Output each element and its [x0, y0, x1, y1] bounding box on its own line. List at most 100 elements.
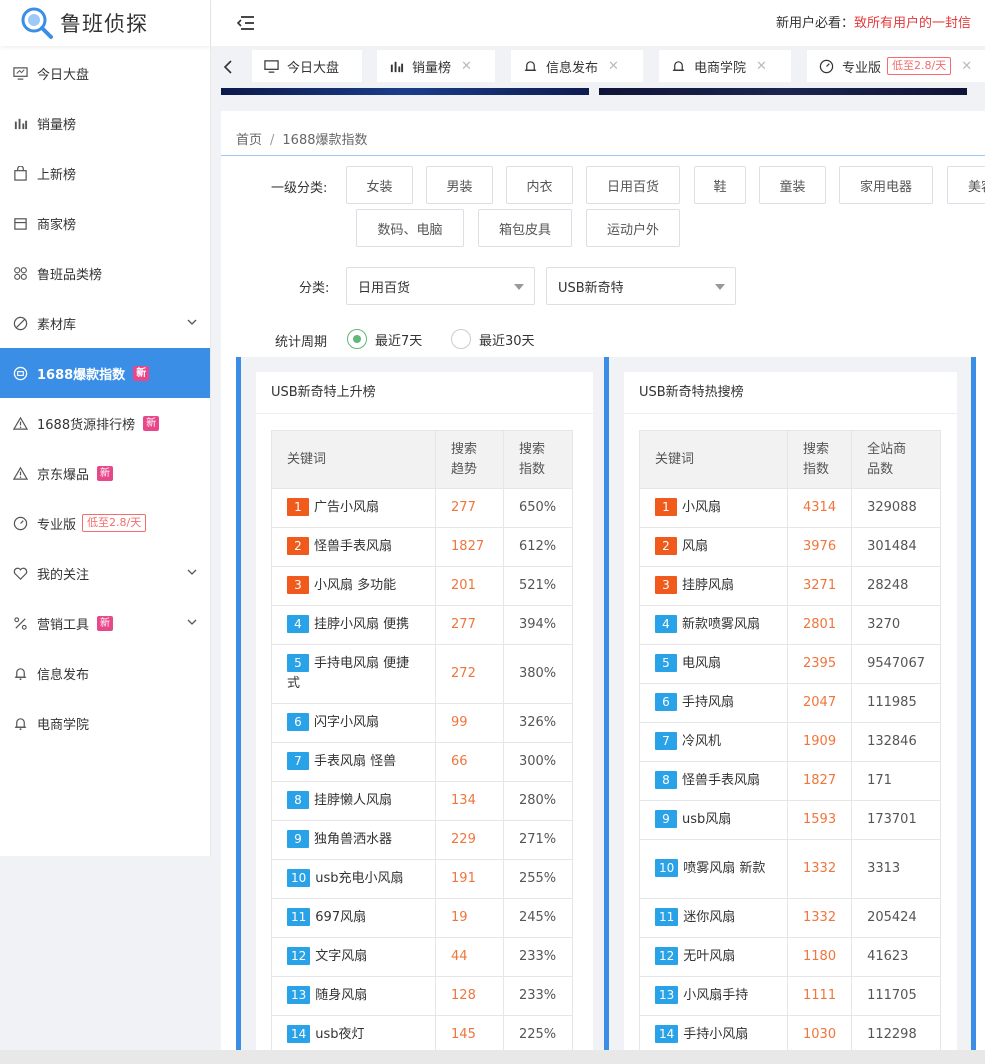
- chevron-down-icon[interactable]: [186, 316, 198, 328]
- keyword-text[interactable]: 小风扇手持: [683, 988, 748, 1003]
- keyword-text[interactable]: 电风扇: [682, 656, 721, 671]
- category-button[interactable]: 家用电器: [839, 166, 933, 204]
- category-button[interactable]: 美容: [947, 166, 985, 204]
- category-button[interactable]: 男装: [426, 166, 493, 204]
- table-row[interactable]: 11 迷你风扇 1332 205424: [639, 898, 941, 938]
- keyword-text[interactable]: 迷你风扇: [683, 910, 735, 925]
- table-row[interactable]: 11 697风扇 19 245%: [270, 898, 574, 938]
- category-button[interactable]: 运动户外: [586, 209, 680, 247]
- keyword-text[interactable]: usb风扇: [682, 812, 731, 827]
- keyword-text[interactable]: 喷雾风扇 新款: [683, 861, 765, 876]
- keyword-text[interactable]: 文字风扇: [315, 949, 367, 964]
- table-row[interactable]: 3 小风扇 多功能 201 521%: [270, 566, 574, 606]
- keyword-text[interactable]: 697风扇: [315, 910, 366, 925]
- horizontal-scrollbar[interactable]: [0, 1050, 985, 1064]
- table-row[interactable]: 8 怪兽手表风扇 1827 171: [639, 761, 941, 801]
- keyword-text[interactable]: usb充电小风扇: [315, 871, 403, 886]
- category-button[interactable]: 童装: [759, 166, 826, 204]
- keyword-text[interactable]: 无叶风扇: [683, 949, 735, 964]
- table-row[interactable]: 14 usb夜灯 145 225%: [270, 1015, 574, 1055]
- table-row[interactable]: 4 挂脖小风扇 便携 277 394%: [270, 605, 574, 645]
- keyword-text[interactable]: 手表风扇 怪兽: [314, 754, 396, 769]
- table-row[interactable]: 4 新款喷雾风扇 2801 3270: [639, 605, 941, 645]
- table-row[interactable]: 6 闪字小风扇 99 326%: [270, 703, 574, 743]
- keyword-text[interactable]: 挂脖懒人风扇: [314, 793, 392, 808]
- sidebar-item-pro[interactable]: 专业版 低至2.8/天: [0, 498, 210, 548]
- table-row[interactable]: 5 手持电风扇 便捷式 272 380%: [270, 644, 574, 704]
- table-row[interactable]: 1 广告小风扇 277 650%: [270, 488, 574, 528]
- close-icon[interactable]: ✕: [461, 59, 472, 74]
- sidebar-item-new[interactable]: 上新榜: [0, 148, 210, 198]
- notice-link[interactable]: 致所有用户的一封信: [854, 16, 971, 31]
- table-row[interactable]: 12 无叶风扇 1180 41623: [639, 937, 941, 977]
- sidebar-item-merchants[interactable]: 商家榜: [0, 198, 210, 248]
- sidebar-item-1688-index[interactable]: 1688爆款指数 新: [0, 348, 210, 398]
- table-row[interactable]: 9 独角兽洒水器 229 271%: [270, 820, 574, 860]
- table-row[interactable]: 2 怪兽手表风扇 1827 612%: [270, 527, 574, 567]
- chevron-down-icon[interactable]: [186, 616, 198, 628]
- table-row[interactable]: 12 文字风扇 44 233%: [270, 937, 574, 977]
- close-icon[interactable]: ✕: [961, 59, 972, 74]
- keyword-text[interactable]: 风扇: [682, 539, 708, 554]
- keyword-text[interactable]: 怪兽手表风扇: [682, 773, 760, 788]
- close-icon[interactable]: ✕: [756, 59, 767, 74]
- keyword-text[interactable]: 挂脖风扇: [682, 578, 734, 593]
- category-button[interactable]: 内衣: [506, 166, 573, 204]
- close-icon[interactable]: ✕: [608, 59, 619, 74]
- sidebar-item-follow[interactable]: 我的关注: [0, 548, 210, 598]
- keyword-text[interactable]: usb夜灯: [315, 1027, 364, 1042]
- category-button[interactable]: 鞋: [694, 166, 746, 204]
- subcategory-select[interactable]: USB新奇特: [546, 267, 736, 305]
- banner-image[interactable]: [221, 88, 589, 95]
- tab-pro[interactable]: 专业版 低至2.8/天 ✕: [807, 50, 985, 82]
- period-7days-radio[interactable]: 最近7天: [347, 329, 422, 349]
- category-select[interactable]: 日用百货: [346, 267, 535, 305]
- table-row[interactable]: 9 usb风扇 1593 173701: [639, 800, 941, 840]
- keyword-text[interactable]: 怪兽手表风扇: [314, 539, 392, 554]
- sidebar-item-sales[interactable]: 销量榜: [0, 98, 210, 148]
- keyword-text[interactable]: 广告小风扇: [314, 500, 379, 515]
- sidebar-item-materials[interactable]: 素材库: [0, 298, 210, 348]
- table-row[interactable]: 10 usb充电小风扇 191 255%: [270, 859, 574, 899]
- keyword-text[interactable]: 独角兽洒水器: [314, 832, 392, 847]
- table-row[interactable]: 1 小风扇 4314 329088: [639, 488, 941, 528]
- sidebar-item-academy[interactable]: 电商学院: [0, 698, 210, 748]
- sidebar-item-category[interactable]: 鲁班品类榜: [0, 248, 210, 298]
- chevron-down-icon[interactable]: [186, 566, 198, 578]
- sidebar-item-info[interactable]: 信息发布: [0, 648, 210, 698]
- table-row[interactable]: 5 电风扇 2395 9547067: [639, 644, 941, 684]
- table-row[interactable]: 13 小风扇手持 1111 111705: [639, 976, 941, 1016]
- category-button[interactable]: 数码、电脑: [356, 209, 464, 247]
- table-row[interactable]: 2 风扇 3976 301484: [639, 527, 941, 567]
- keyword-text[interactable]: 小风扇 多功能: [314, 578, 396, 593]
- category-button[interactable]: 日用百货: [586, 166, 680, 204]
- sidebar-item-jd[interactable]: 京东爆品 新: [0, 448, 210, 498]
- period-30days-radio[interactable]: 最近30天: [451, 329, 535, 349]
- table-row[interactable]: 3 挂脖风扇 3271 28248: [639, 566, 941, 606]
- keyword-text[interactable]: 新款喷雾风扇: [682, 617, 760, 632]
- table-row[interactable]: 7 手表风扇 怪兽 66 300%: [270, 742, 574, 782]
- tab-today[interactable]: 今日大盘: [252, 50, 362, 82]
- keyword-text[interactable]: 手持风扇: [682, 695, 734, 710]
- logo[interactable]: 鲁班侦探: [0, 0, 210, 46]
- keyword-text[interactable]: 挂脖小风扇 便携: [314, 617, 409, 632]
- keyword-text[interactable]: 手持小风扇: [683, 1027, 748, 1042]
- tab-academy[interactable]: 电商学院 ✕: [659, 50, 791, 82]
- tab-sales[interactable]: 销量榜 ✕: [377, 50, 495, 82]
- table-row[interactable]: 7 冷风机 1909 132846: [639, 722, 941, 762]
- category-button[interactable]: 女装: [346, 166, 413, 204]
- keyword-text[interactable]: 冷风机: [682, 734, 721, 749]
- sidebar-item-marketing[interactable]: 营销工具 新: [0, 598, 210, 648]
- table-row[interactable]: 10 喷雾风扇 新款 1332 3313: [639, 839, 941, 899]
- keyword-text[interactable]: 随身风扇: [315, 988, 367, 1003]
- keyword-text[interactable]: 闪字小风扇: [314, 715, 379, 730]
- table-row[interactable]: 14 手持小风扇 1030 112298: [639, 1015, 941, 1055]
- sidebar-item-1688-source[interactable]: 1688货源排行榜 新: [0, 398, 210, 448]
- chevron-left-icon[interactable]: [221, 58, 235, 76]
- category-button[interactable]: 箱包皮具: [478, 209, 572, 247]
- breadcrumb-home[interactable]: 首页: [236, 133, 262, 148]
- banner-image[interactable]: [599, 88, 967, 95]
- table-row[interactable]: 8 挂脖懒人风扇 134 280%: [270, 781, 574, 821]
- tab-info[interactable]: 信息发布 ✕: [511, 50, 643, 82]
- menu-toggle-icon[interactable]: [235, 15, 255, 31]
